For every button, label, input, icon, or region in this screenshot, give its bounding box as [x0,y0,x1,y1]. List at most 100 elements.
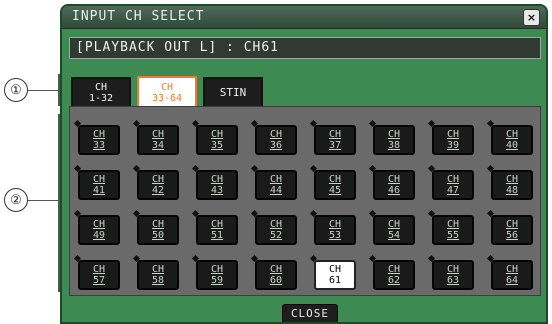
channel-button-36[interactable]: CH 36 [250,119,297,155]
channel-indicator-icon [250,254,259,263]
callout-1: ① [4,78,28,102]
channel-button-46[interactable]: CH 46 [368,164,415,200]
channel-label: CH [269,174,283,185]
channel-button-33[interactable]: CH 33 [73,119,120,155]
channel-button-51[interactable]: CH 51 [191,209,238,245]
channel-indicator-icon [427,119,436,128]
channel-button-53[interactable]: CH 53 [309,209,356,245]
channel-indicator-icon [486,164,495,173]
channel-button-64[interactable]: CH 64 [486,254,533,290]
channel-button-34[interactable]: CH 34 [132,119,179,155]
channel-label: CH [269,129,283,140]
channel-label: CH [387,174,401,185]
channel-label: CH [210,219,224,230]
channel-button-38[interactable]: CH 38 [368,119,415,155]
channel-label: CH [505,174,519,185]
tab-ch-33-64[interactable]: CH 33-64 [137,76,197,110]
channel-button-57[interactable]: CH 57 [73,254,120,290]
channel-label: CH [210,129,224,140]
channel-button-55[interactable]: CH 55 [427,209,474,245]
channel-label: CH [446,219,460,230]
channel-number: 62 [387,275,401,286]
callout-2-leader [28,200,58,201]
close-icon[interactable]: × [523,9,540,26]
channel-number: 44 [269,185,283,196]
channel-button-45[interactable]: CH 45 [309,164,356,200]
channel-button-59[interactable]: CH 59 [191,254,238,290]
channel-label: CH [210,264,224,275]
channel-button-49[interactable]: CH 49 [73,209,120,245]
channel-button-50[interactable]: CH 50 [132,209,179,245]
channel-indicator-icon [309,254,318,263]
channel-button-54[interactable]: CH 54 [368,209,415,245]
channel-indicator-icon [132,209,141,218]
channel-indicator-icon [368,119,377,128]
tab-ch-1-32-line1: CH [94,82,108,93]
channel-button-42[interactable]: CH 42 [132,164,179,200]
channel-number: 60 [269,275,283,286]
channel-indicator-icon [309,209,318,218]
channel-button-41[interactable]: CH 41 [73,164,120,200]
channel-indicator-icon [73,254,82,263]
channel-button-60[interactable]: CH 60 [250,254,297,290]
callout-1-leader [28,90,58,91]
channel-button-47[interactable]: CH 47 [427,164,474,200]
channel-button-58[interactable]: CH 58 [132,254,179,290]
channel-number: 37 [328,140,342,151]
channel-number: 38 [387,140,401,151]
channel-indicator-icon [250,209,259,218]
channel-label: CH [387,129,401,140]
channel-button-52[interactable]: CH 52 [250,209,297,245]
channel-button-63[interactable]: CH 63 [427,254,474,290]
channel-number: 41 [92,185,106,196]
channel-label: CH [151,174,165,185]
channel-number: 53 [328,230,342,241]
channel-label: CH [92,264,106,275]
channel-label: CH [151,219,165,230]
channel-number: 49 [92,230,106,241]
channel-number: 64 [505,275,519,286]
channel-button-48[interactable]: CH 48 [486,164,533,200]
channel-indicator-icon [486,209,495,218]
channel-indicator-icon [427,209,436,218]
channel-button-40[interactable]: CH 40 [486,119,533,155]
channel-label: CH [328,129,342,140]
channel-label: CH [269,219,283,230]
channel-indicator-icon [250,119,259,128]
channel-label: CH [505,264,519,275]
channel-label: CH [505,219,519,230]
channel-indicator-icon [73,164,82,173]
channel-indicator-icon [191,164,200,173]
channel-number: 36 [269,140,283,151]
channel-number: 40 [505,140,519,151]
selected-channel-info: [PLAYBACK OUT L] : CH61 [69,37,541,59]
tab-stin[interactable]: STIN [203,77,263,108]
channel-indicator-icon [73,209,82,218]
channel-number: 52 [269,230,283,241]
channel-button-62[interactable]: CH 62 [368,254,415,290]
channel-label: CH [151,129,165,140]
channel-button-39[interactable]: CH 39 [427,119,474,155]
channel-indicator-icon [486,119,495,128]
channel-button-44[interactable]: CH 44 [250,164,297,200]
channel-number: 43 [210,185,224,196]
channel-label: CH [446,129,460,140]
tab-ch-1-32[interactable]: CH 1-32 [71,77,131,108]
channel-number: 35 [210,140,224,151]
channel-indicator-icon [250,164,259,173]
channel-number: 42 [151,185,165,196]
channel-number: 46 [387,185,401,196]
title-bar: INPUT CH SELECT × [62,6,546,29]
channel-button-56[interactable]: CH 56 [486,209,533,245]
channel-button-43[interactable]: CH 43 [191,164,238,200]
channel-label: CH [151,264,165,275]
channel-number: 48 [505,185,519,196]
channel-button-37[interactable]: CH 37 [309,119,356,155]
tab-stin-label: STIN [219,86,247,99]
channel-button-61[interactable]: CH 61 [309,254,356,290]
channel-label: CH [446,174,460,185]
close-button[interactable]: CLOSE [282,304,338,322]
channel-indicator-icon [427,164,436,173]
channel-button-35[interactable]: CH 35 [191,119,238,155]
channel-indicator-icon [132,119,141,128]
